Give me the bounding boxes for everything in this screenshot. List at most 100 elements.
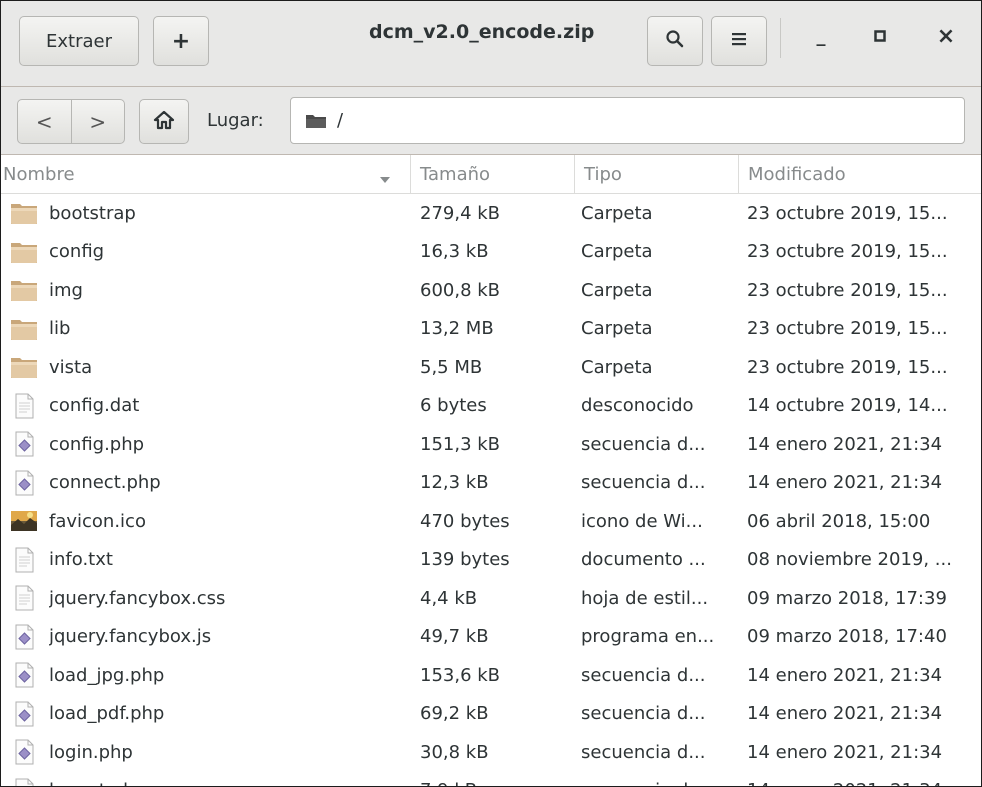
file-modified: 14 octubre 2019, 14...	[747, 395, 948, 416]
file-modified: 14 enero 2021, 21:34	[747, 664, 943, 686]
file-type: icono de Wi...	[581, 510, 703, 532]
folder-icon	[305, 113, 327, 129]
location-label: Lugar:	[207, 110, 264, 131]
file-row[interactable]: jquery.fancybox.css 4,4 kB hoja de estil..…	[1, 579, 981, 618]
file-row[interactable]: config.php 151,3 kB secuencia d... 14 enero…	[1, 425, 981, 464]
file-modified: 23 octubre 2019, 15...	[747, 241, 948, 262]
file-modified: 14 enero 2021, 21:34	[747, 433, 943, 455]
extract-button[interactable]: Extraer	[19, 16, 139, 66]
file-name: config.php	[49, 433, 145, 455]
file-type: Carpeta	[581, 202, 653, 224]
folder-icon	[10, 276, 38, 304]
column-header-name[interactable]: Nombre	[1, 155, 409, 193]
menu-button[interactable]	[711, 16, 767, 66]
file-size: 4,4 kB	[420, 587, 478, 609]
column-header-size[interactable]: Tamaño	[410, 155, 574, 193]
column-label-name: Nombre	[3, 163, 75, 185]
minimize-button[interactable]: _	[806, 21, 836, 51]
file-row[interactable]: lib 13,2 MB Carpeta 23 octubre 2019, 15...	[1, 310, 981, 349]
file-modified: 14 enero 2021, 21:34	[747, 703, 943, 724]
file-row[interactable]: bootstrap 279,4 kB Carpeta 23 octubre 2019,…	[1, 194, 981, 233]
text-file-icon	[10, 584, 38, 612]
file-name: favicon.ico	[49, 510, 146, 532]
script-file-icon	[10, 469, 38, 497]
file-modified: 09 marzo 2018, 17:40	[747, 626, 947, 647]
file-row[interactable]: logout.php 7,9 kB secuencia d... 14 enero 2…	[1, 772, 981, 786]
search-button[interactable]	[647, 16, 703, 66]
close-button[interactable]: ×	[931, 21, 961, 51]
column-header-type[interactable]: Tipo	[574, 155, 738, 193]
file-row[interactable]: vista 5,5 MB Carpeta 23 octubre 2019, 15...	[1, 348, 981, 387]
file-name: login.php	[49, 741, 133, 763]
file-size: 139 bytes	[420, 549, 510, 570]
file-size: 12,3 kB	[420, 472, 489, 493]
file-row[interactable]: info.txt 139 bytes documento ... 08 noviemb…	[1, 541, 981, 580]
navigation-buttons: < >	[17, 99, 125, 144]
location-field[interactable]: /	[290, 97, 965, 144]
file-row[interactable]: load_jpg.php 153,6 kB secuencia d... 14 ene…	[1, 656, 981, 695]
file-name: vista	[49, 356, 93, 378]
file-size: 30,8 kB	[420, 741, 489, 763]
file-modified: 14 enero 2021, 21:34	[747, 741, 943, 763]
text-file-icon	[10, 392, 38, 420]
file-type: secuencia d...	[581, 433, 706, 455]
location-bar: < > Lugar: /	[1, 87, 981, 155]
file-row[interactable]: connect.php 12,3 kB secuencia d... 14 enero…	[1, 464, 981, 503]
file-modified: 14 enero 2021, 21:34	[747, 772, 979, 786]
file-name: bootstrap	[49, 202, 136, 224]
file-type: programa en...	[581, 626, 715, 647]
file-size: 470 bytes	[420, 510, 510, 532]
file-row[interactable]: favicon.ico 470 bytes icono de Wi... 06 abr…	[1, 502, 981, 541]
file-size: 49,7 kB	[420, 626, 489, 647]
add-files-button[interactable]: +	[153, 16, 209, 66]
back-button[interactable]: <	[18, 100, 72, 143]
file-row[interactable]: img 600,8 kB Carpeta 23 octubre 2019, 15...	[1, 271, 981, 310]
header-bar: Extraer + dcm_v2.0_encode.zip _ ×	[1, 1, 981, 87]
home-button[interactable]	[139, 99, 189, 144]
file-modified: 23 octubre 2019, 15...	[747, 279, 948, 301]
file-modified: 23 octubre 2019, 15...	[747, 202, 948, 224]
file-type: secuencia d...	[581, 472, 706, 493]
file-size: 5,5 MB	[420, 356, 483, 378]
file-row[interactable]: config 16,3 kB Carpeta 23 octubre 2019, 15.…	[1, 233, 981, 272]
file-row[interactable]: login.php 30,8 kB secuencia d... 14 enero 2…	[1, 733, 981, 772]
file-type: Carpeta	[581, 356, 653, 378]
file-row[interactable]: load_pdf.php 69,2 kB secuencia d... 14 ener…	[1, 695, 981, 734]
file-name: jquery.fancybox.js	[49, 626, 212, 647]
file-name: config	[49, 241, 105, 262]
file-size: 6 bytes	[420, 395, 487, 416]
file-name: config.dat	[49, 395, 140, 416]
file-name: load_jpg.php	[49, 664, 165, 686]
file-name: jquery.fancybox.css	[49, 587, 226, 609]
close-icon: ×	[936, 23, 956, 49]
column-header-modified[interactable]: Modificado	[738, 155, 981, 193]
chevron-right-icon: >	[89, 109, 107, 134]
file-modified: 06 abril 2018, 15:00	[747, 510, 931, 532]
file-row[interactable]: jquery.fancybox.js 49,7 kB programa en... 0…	[1, 618, 981, 657]
maximize-button[interactable]	[865, 21, 895, 51]
column-header-row: Nombre Tamaño Tipo Modificado	[1, 155, 981, 194]
file-type: Carpeta	[581, 318, 653, 339]
file-modified: 23 octubre 2019, 15...	[747, 318, 948, 339]
file-size: 279,4 kB	[420, 202, 501, 224]
script-file-icon	[10, 661, 38, 689]
file-size: 16,3 kB	[420, 241, 489, 262]
forward-button[interactable]: >	[72, 100, 125, 143]
script-file-icon	[10, 738, 38, 766]
file-name: lib	[49, 318, 71, 339]
script-file-icon	[10, 777, 38, 786]
file-list: bootstrap 279,4 kB Carpeta 23 octubre 2019,…	[1, 194, 981, 786]
file-type: hoja de estil...	[581, 587, 709, 609]
home-icon	[153, 110, 175, 134]
file-row[interactable]: config.dat 6 bytes desconocido 14 octubre 2…	[1, 387, 981, 426]
file-name: info.txt	[49, 549, 113, 570]
file-modified: 23 octubre 2019, 15...	[747, 356, 948, 378]
file-type: secuencia d...	[581, 741, 706, 763]
window-title: dcm_v2.0_encode.zip	[369, 21, 595, 43]
folder-icon	[10, 199, 38, 227]
location-path: /	[337, 110, 344, 131]
file-size: 600,8 kB	[420, 279, 501, 301]
script-file-icon	[10, 700, 38, 728]
column-label-modified: Modificado	[748, 163, 846, 185]
search-icon	[665, 29, 685, 54]
